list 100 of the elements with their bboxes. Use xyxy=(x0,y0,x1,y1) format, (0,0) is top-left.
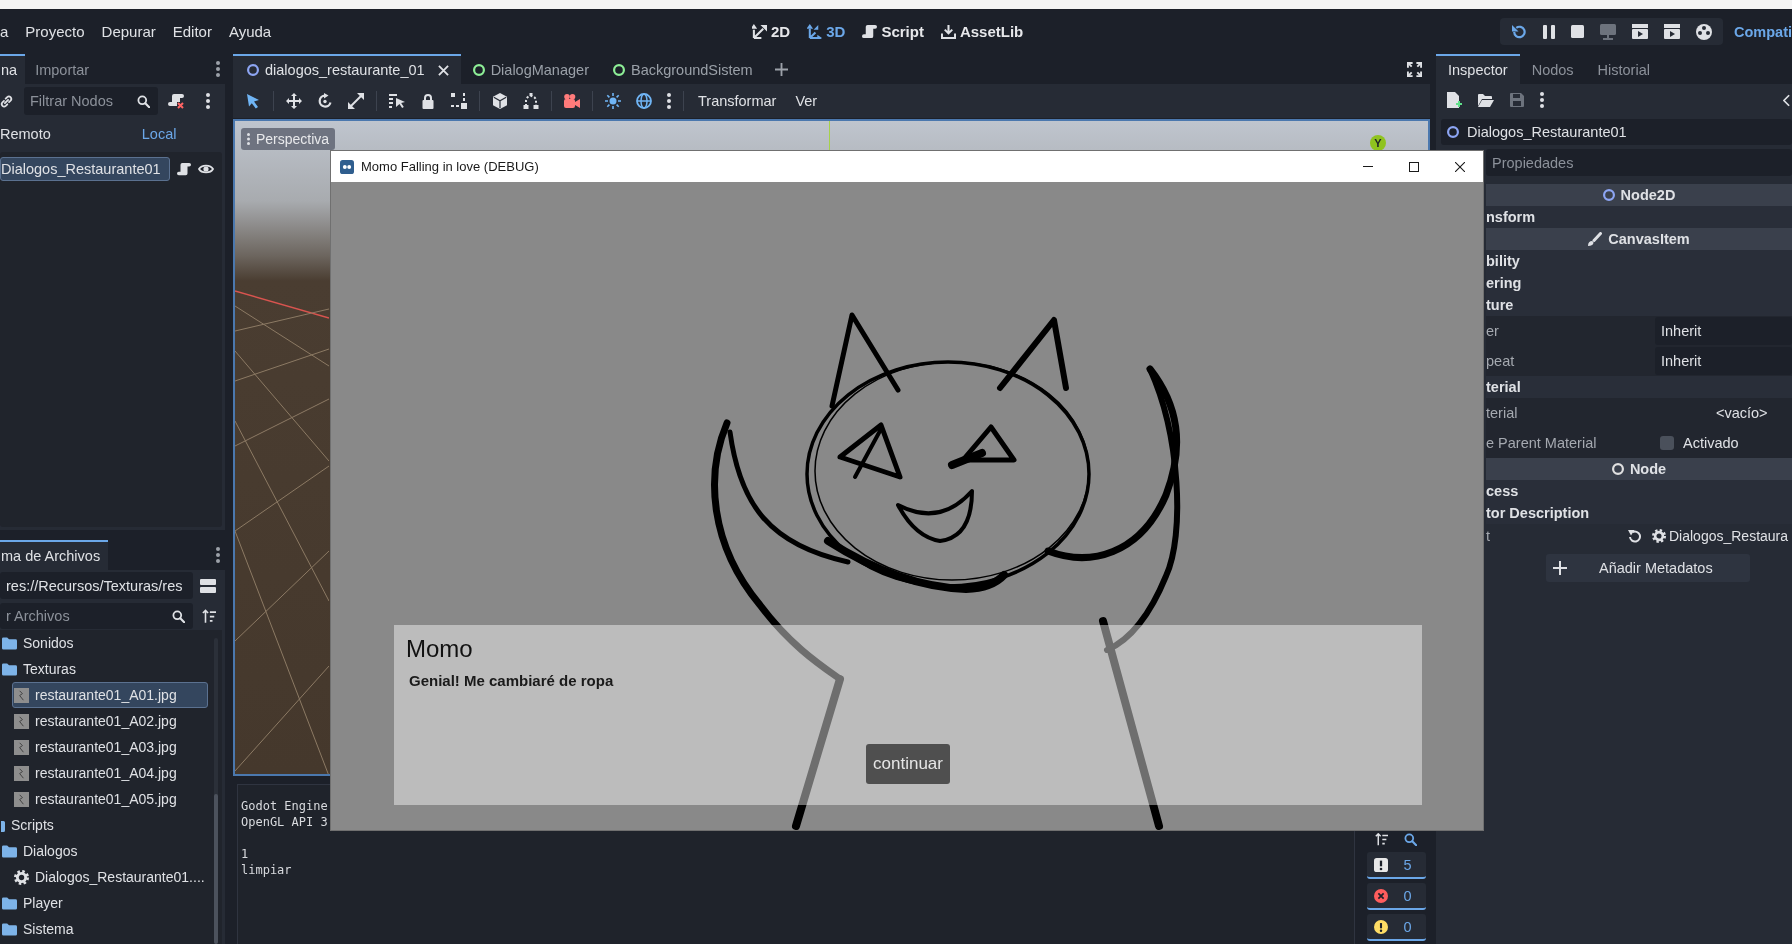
reload-icon[interactable] xyxy=(1511,23,1527,40)
tree-node[interactable]: Dialogos_Restaurante01 xyxy=(0,157,170,181)
camera-icon[interactable] xyxy=(564,94,580,108)
search-icon[interactable] xyxy=(1404,833,1417,846)
dock-tab[interactable]: Nodos xyxy=(1519,54,1586,84)
clapperboard-icon[interactable] xyxy=(1664,24,1680,39)
lock-icon[interactable] xyxy=(420,93,436,109)
sort-icon[interactable] xyxy=(1375,833,1388,846)
eye-icon[interactable] xyxy=(198,164,214,174)
scene-tab[interactable]: dialogos_restaurante_01 xyxy=(233,54,461,84)
scene-tab[interactable]: DialogManager xyxy=(460,54,601,84)
checkbox[interactable] xyxy=(1660,436,1674,450)
pause-icon[interactable] xyxy=(1543,24,1555,39)
more-icon[interactable] xyxy=(216,547,220,563)
file-tree-item[interactable]: restaurante01_A02.jpg xyxy=(12,708,208,734)
view-menu-button[interactable]: Perspectiva xyxy=(241,128,336,150)
mode-toggle[interactable]: Remoto xyxy=(0,126,51,142)
clapperboard-icon[interactable] xyxy=(1632,24,1648,39)
move-icon[interactable] xyxy=(286,93,302,109)
message-filter-toggle[interactable]: 5 xyxy=(1366,852,1426,879)
list-select-icon[interactable] xyxy=(389,93,405,109)
message-filter-toggle[interactable]: 0 xyxy=(1366,914,1426,941)
dock-tab[interactable]: na xyxy=(0,54,26,84)
checkbox-toggle[interactable]: Activado xyxy=(1655,429,1739,457)
dock-tab[interactable]: Inspector xyxy=(1436,54,1520,84)
open-folder-icon[interactable] xyxy=(1478,93,1494,107)
toolbar-menu[interactable]: Transformar xyxy=(696,93,779,109)
script-picker[interactable]: Dialogos_Restaura xyxy=(1628,528,1789,544)
workspace-tab[interactable]: AssetLib xyxy=(940,23,1024,40)
file-tree-item[interactable]: Sistema xyxy=(0,916,208,942)
search-icon[interactable] xyxy=(137,94,150,108)
cube-icon[interactable] xyxy=(492,93,508,109)
scrollbar-thumb[interactable] xyxy=(214,794,218,944)
menu-item[interactable]: Ayuda xyxy=(228,23,272,40)
more-icon[interactable] xyxy=(1540,92,1544,108)
script-remove-icon[interactable] xyxy=(168,93,184,109)
file-tree-item[interactable]: restaurante01_A05.jpg xyxy=(12,786,208,812)
link-icon[interactable] xyxy=(0,94,13,108)
section-header[interactable]: ture xyxy=(1486,294,1792,316)
search-icon[interactable] xyxy=(172,609,185,623)
plus-icon[interactable] xyxy=(774,62,788,76)
file-tree-item[interactable]: Dialogos_Restaurante01.... xyxy=(12,864,208,890)
filter-field[interactable]: r Archivos xyxy=(0,603,193,629)
section-header[interactable]: tor Description xyxy=(1486,502,1792,524)
file-tree-item[interactable]: Player xyxy=(0,890,208,916)
toolbar-menu[interactable]: Ver xyxy=(793,93,820,109)
menu-item[interactable]: a xyxy=(0,23,9,40)
workspace-tab[interactable]: Script xyxy=(862,23,924,40)
filter-field[interactable]: Filtrar Nodos xyxy=(24,87,158,115)
option-dropdown[interactable]: Inherit xyxy=(1655,317,1792,345)
renderer-menu[interactable]: Compati xyxy=(1734,23,1792,40)
magnet-icon[interactable] xyxy=(523,93,539,109)
message-filter-toggle[interactable]: 0 xyxy=(1366,883,1426,910)
add-metadata-button[interactable]: Añadir Metadatos xyxy=(1546,554,1750,582)
continue-button[interactable]: continuar xyxy=(866,744,950,784)
dock-tab[interactable]: Importar xyxy=(25,54,98,84)
section-header[interactable]: bility xyxy=(1486,250,1792,272)
section-header[interactable]: nsform xyxy=(1486,206,1792,228)
globe-icon[interactable] xyxy=(636,93,652,109)
sort-icon[interactable] xyxy=(202,608,216,624)
select-icon[interactable] xyxy=(245,93,261,109)
file-tree-item[interactable]: restaurante01_A01.jpg xyxy=(12,682,208,708)
workspace-tab[interactable]: 3D xyxy=(807,23,846,40)
grid-snap-icon[interactable] xyxy=(451,93,467,109)
axis-gizmo[interactable]: Y xyxy=(1370,135,1386,151)
section-header[interactable]: terial xyxy=(1486,376,1792,398)
path-field[interactable]: res://Recursos/Texturas/res xyxy=(0,572,193,599)
object-selector[interactable]: Dialogos_Restaurante01 xyxy=(1441,119,1792,145)
more-icon[interactable] xyxy=(216,61,220,77)
new-resource-icon[interactable] xyxy=(1447,92,1462,108)
file-tree-item[interactable]: Scripts xyxy=(0,812,208,838)
filter-field[interactable]: Propiedades xyxy=(1486,149,1792,176)
chevron-left-icon[interactable] xyxy=(1783,93,1790,107)
file-tree-item[interactable]: Dialogos xyxy=(0,838,208,864)
file-tree-item[interactable]: Sonidos xyxy=(0,630,208,656)
file-tree-item[interactable]: restaurante01_A04.jpg xyxy=(12,760,208,786)
rotate-icon[interactable] xyxy=(317,93,333,109)
script-icon[interactable] xyxy=(177,162,191,176)
file-tree-item[interactable]: Texturas xyxy=(0,656,208,682)
dock-tab[interactable]: Historial xyxy=(1585,54,1662,84)
option-dropdown[interactable]: Inherit xyxy=(1655,347,1792,375)
scale-icon[interactable] xyxy=(348,93,364,109)
film-reel-icon[interactable] xyxy=(1696,23,1712,40)
monitor-icon[interactable] xyxy=(1600,23,1616,40)
workspace-tab[interactable]: 2D xyxy=(752,23,791,40)
resource-picker[interactable]: <vacío> xyxy=(1655,399,1792,427)
more-icon[interactable] xyxy=(667,93,671,109)
sun-icon[interactable] xyxy=(605,93,621,109)
mode-toggle[interactable]: Local xyxy=(141,126,177,142)
scene-tab[interactable]: BackgroundSistem xyxy=(600,54,765,84)
more-icon[interactable] xyxy=(206,93,210,109)
close-icon[interactable] xyxy=(437,64,449,76)
menu-item[interactable]: Depurar xyxy=(101,23,156,40)
file-tree-item[interactable]: restaurante01_A03.jpg xyxy=(12,734,208,760)
dock-tab[interactable]: ma de Archivos xyxy=(0,540,109,570)
fullscreen-icon[interactable] xyxy=(1407,61,1422,77)
save-icon[interactable] xyxy=(1510,93,1524,107)
menu-item[interactable]: Editor xyxy=(172,23,212,40)
menu-item[interactable]: Proyecto xyxy=(25,23,85,40)
list-view-icon[interactable] xyxy=(200,578,216,593)
